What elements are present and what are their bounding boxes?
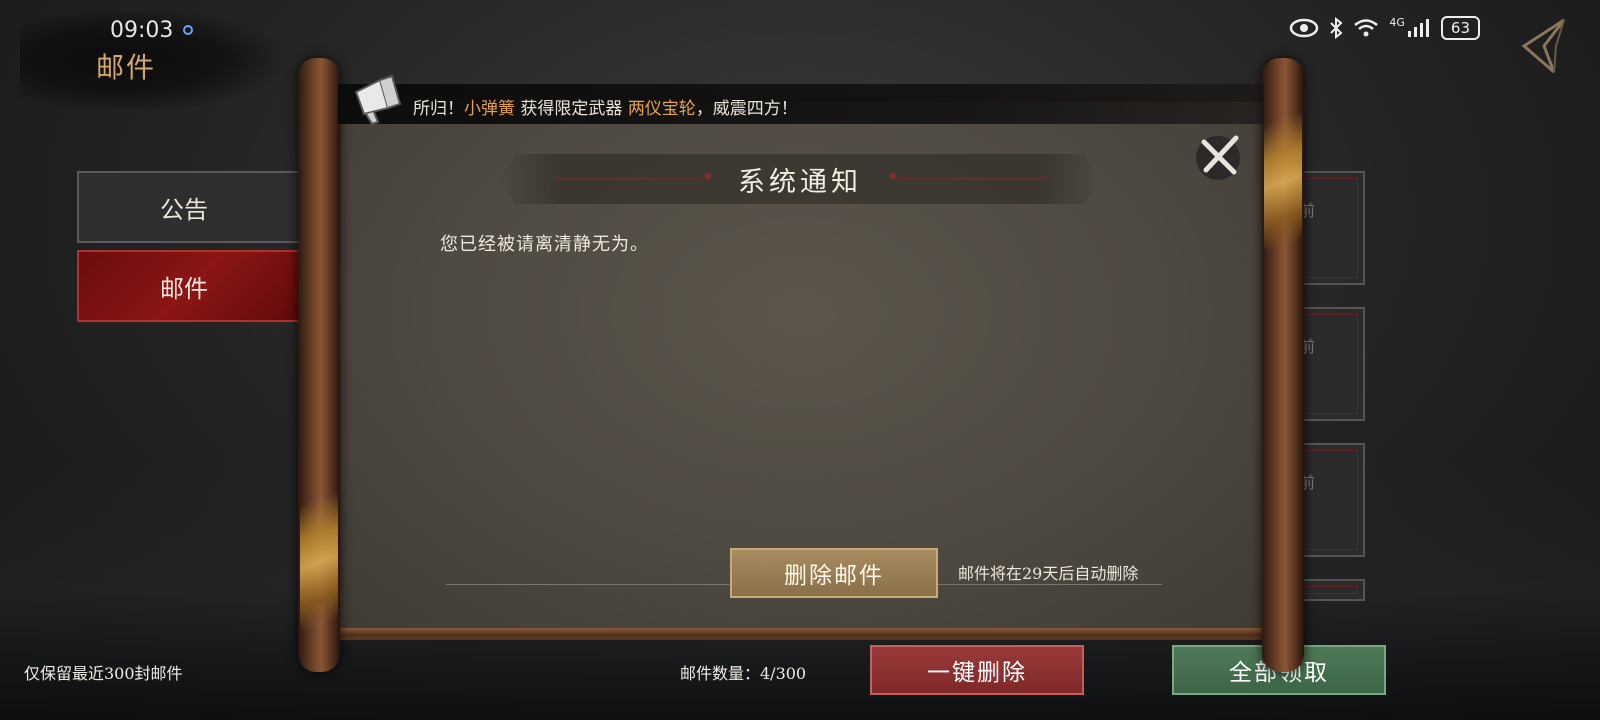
wifi-icon bbox=[1354, 19, 1379, 37]
signal-icon bbox=[1407, 19, 1429, 37]
mail-count: 邮件数量：4/300 bbox=[680, 664, 807, 683]
close-icon[interactable] bbox=[1192, 128, 1248, 184]
tab-mail-label: 邮件 bbox=[160, 274, 208, 303]
eye-icon bbox=[1290, 18, 1319, 38]
diamond-emblem-icon[interactable] bbox=[1514, 16, 1570, 76]
announcement-suffix: ，威震四方！ bbox=[695, 99, 798, 119]
title-divider-left bbox=[555, 178, 705, 180]
delete-mail-button[interactable]: 删除邮件 bbox=[730, 548, 938, 598]
announcement-middle: 获得限定武器 bbox=[515, 99, 628, 119]
megaphone-icon bbox=[354, 74, 402, 126]
dialog-title: 系统通知 bbox=[738, 167, 862, 198]
network-type-label: 4G bbox=[1389, 16, 1405, 29]
announcement-prefix: 所归！ bbox=[413, 99, 464, 119]
tab-announcements-label: 公告 bbox=[160, 195, 208, 224]
rod-ornament bbox=[300, 468, 338, 638]
bluetooth-icon bbox=[1330, 17, 1343, 39]
scroll-rod-right bbox=[1262, 58, 1304, 672]
page-title: 邮件 bbox=[96, 51, 157, 84]
scroll-rod-left bbox=[298, 58, 340, 672]
expiry-note: 邮件将在29天后自动删除 bbox=[958, 564, 1139, 583]
title-divider-right bbox=[895, 178, 1045, 180]
retention-note: 仅保留最近300封邮件 bbox=[24, 664, 183, 683]
notification-dot-icon bbox=[183, 25, 193, 35]
status-bar-right: 4G 63 bbox=[1289, 16, 1480, 40]
status-time: 09:03 bbox=[110, 18, 174, 43]
rod-ornament bbox=[1264, 88, 1302, 258]
delete-all-button[interactable]: 一键删除 bbox=[870, 645, 1084, 695]
mail-body-text: 您已经被请离清静无为。 bbox=[440, 234, 649, 255]
announcement-player: 小弹簧 bbox=[464, 99, 515, 119]
tab-announcements[interactable]: 公告 bbox=[77, 171, 307, 243]
announcement-text: 所归！小弹簧 获得限定武器 两仪宝轮，威震四方！ bbox=[413, 94, 798, 119]
parchment-edge bbox=[338, 628, 1264, 636]
announcement-item: 两仪宝轮 bbox=[627, 99, 696, 119]
tab-mail[interactable]: 邮件 bbox=[77, 250, 307, 322]
battery-indicator: 63 bbox=[1440, 16, 1480, 40]
